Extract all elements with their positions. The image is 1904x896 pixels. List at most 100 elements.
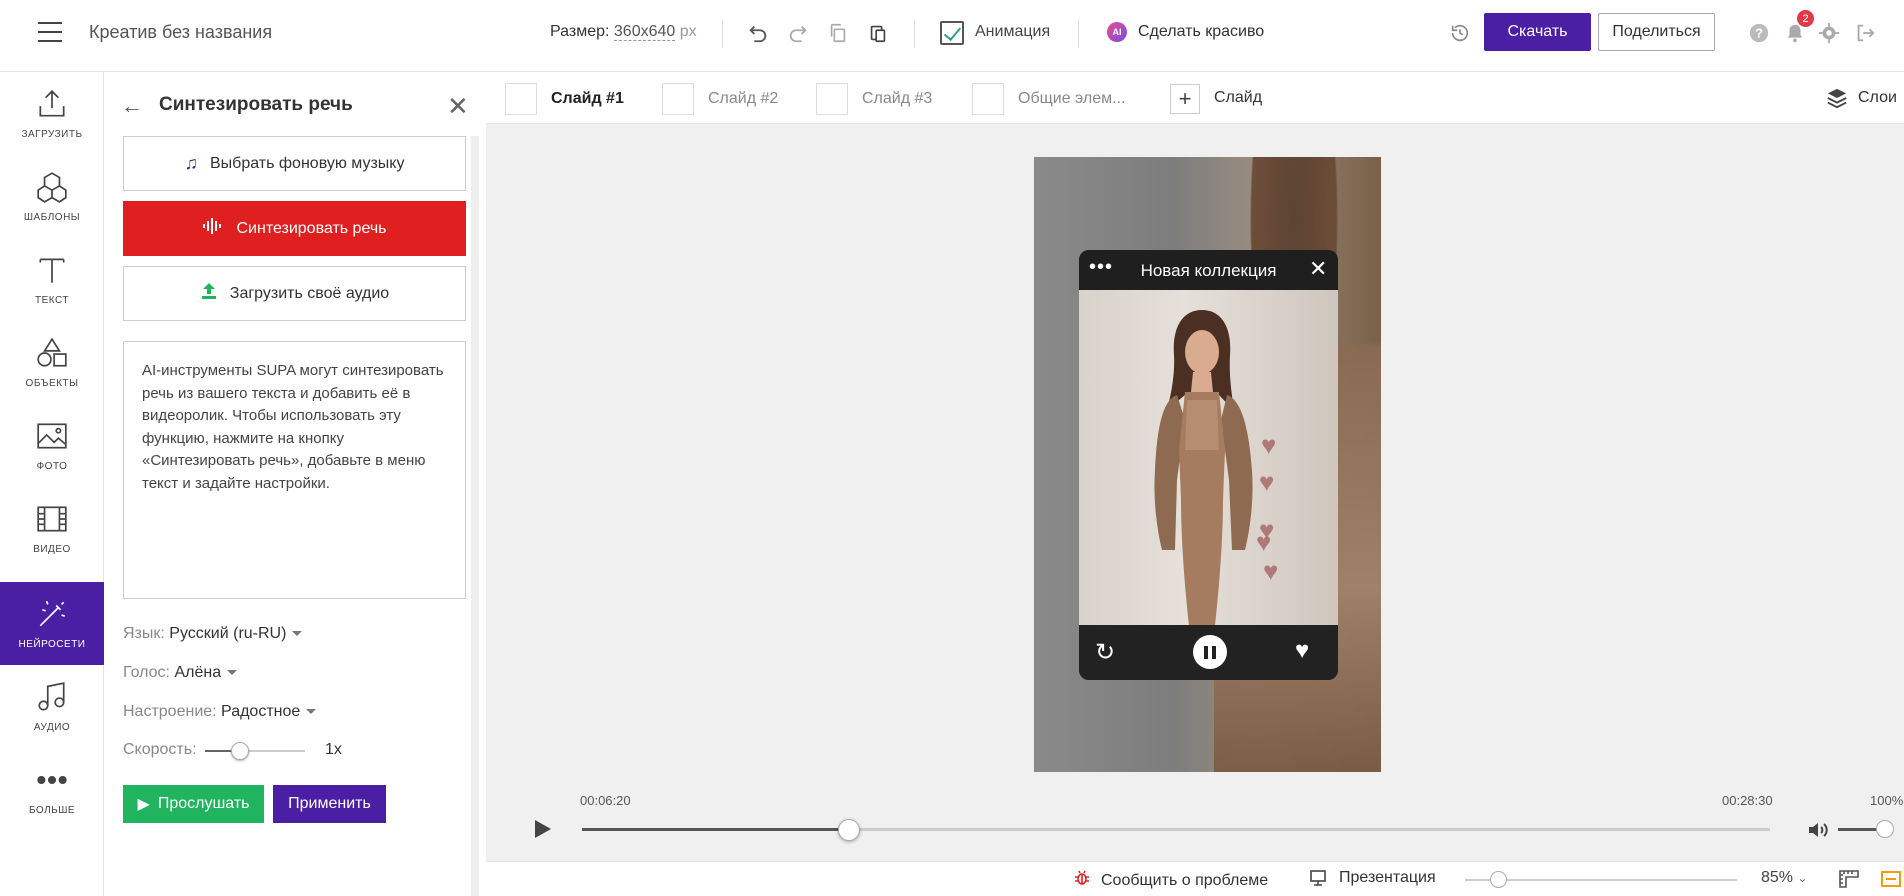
listen-button[interactable]: ▶ Прослушать	[123, 785, 264, 823]
nav-item-upload[interactable]: Загрузить	[0, 72, 104, 155]
slide-thumbnail	[662, 83, 694, 115]
slide-tab-label: Слайд #2	[708, 90, 779, 107]
size-label: Размер:	[550, 23, 610, 40]
refresh-icon[interactable]: ↻	[1095, 638, 1115, 667]
magic-wand-icon	[39, 600, 66, 627]
speed-slider-handle[interactable]	[231, 742, 249, 760]
upload-audio-button[interactable]: Загрузить своё аудио	[123, 266, 466, 321]
nav-item-audio[interactable]: Аудио	[0, 665, 104, 748]
ai-icon[interactable]: AI	[1107, 22, 1127, 42]
nav-item-more[interactable]: Больше	[0, 748, 104, 831]
timeline-progress	[582, 828, 850, 831]
heart-icon: ♥	[1256, 527, 1272, 557]
copy-icon[interactable]	[825, 20, 851, 46]
gear-icon[interactable]	[1816, 20, 1842, 46]
nav-label: Шаблоны	[23, 212, 81, 223]
volume-icon[interactable]	[1806, 818, 1830, 842]
back-arrow-icon[interactable]: ←	[121, 93, 143, 119]
language-label: Язык:	[123, 625, 165, 642]
choose-music-button[interactable]: ♫ Выбрать фоновую музыку	[123, 136, 466, 191]
chevron-down-icon	[227, 670, 238, 676]
add-slide-label[interactable]: Слайд	[1214, 89, 1262, 107]
play-icon: ▶	[137, 796, 150, 813]
slide-tab-3[interactable]: Слайд #3	[816, 83, 932, 115]
nav-item-video[interactable]: Видео	[0, 487, 104, 570]
mood-label: Настроение:	[123, 703, 217, 720]
close-icon[interactable]: ✕	[447, 91, 469, 122]
language-select[interactable]: Язык: Русский (ru-RU)	[123, 625, 303, 643]
presentation-button[interactable]: Презентация	[1309, 869, 1436, 887]
chevron-down-icon	[292, 631, 303, 637]
paste-icon[interactable]	[865, 20, 891, 46]
panel-scrollbar[interactable]	[471, 136, 479, 896]
text-icon	[39, 258, 65, 283]
player-photo: ♥ ♥ ♥ ♥ ♥	[1079, 290, 1338, 625]
objects-icon	[37, 337, 67, 367]
chevron-down-icon	[306, 709, 317, 715]
size-value[interactable]: 360x640	[613, 23, 676, 41]
upload-audio-label: Загрузить своё аудио	[229, 284, 390, 302]
add-slide-icon[interactable]: +	[1170, 84, 1200, 114]
monitor-icon	[1310, 870, 1326, 886]
player-title: Новая коллекция	[1140, 261, 1277, 280]
soundwave-icon	[202, 217, 224, 240]
apply-button[interactable]: Применить	[273, 785, 386, 823]
nav-label: Объекты	[25, 378, 79, 389]
share-button[interactable]: Поделиться	[1598, 13, 1715, 51]
animation-checkbox[interactable]	[940, 21, 964, 45]
synthesize-speech-button[interactable]: Синтезировать речь	[123, 201, 466, 256]
video-player-widget[interactable]: ••• Новая коллекция ✕ ♥ ♥ ♥ ♥ ♥ ↻ ♥	[1079, 250, 1338, 680]
document-title[interactable]: Креатив без названия	[89, 22, 272, 43]
close-icon[interactable]: ✕	[1309, 256, 1327, 282]
layers-icon	[1827, 88, 1847, 109]
undo-icon[interactable]	[745, 20, 771, 46]
voice-select[interactable]: Голос: Алёна	[123, 664, 238, 682]
voice-label: Голос:	[123, 664, 170, 681]
speed-value: 1x	[325, 741, 342, 758]
speech-text-input[interactable]	[123, 341, 466, 599]
nav-item-ai[interactable]: Нейросети	[0, 582, 104, 665]
slide-tab-common[interactable]: Общие элем...	[972, 83, 1125, 115]
zoom-select[interactable]: 85% ⌄	[1761, 869, 1808, 887]
slide-tab-2[interactable]: Слайд #2	[662, 83, 778, 115]
mood-select[interactable]: Настроение: Радостное	[123, 703, 317, 721]
canvas-size[interactable]: Размер: 360x640 px	[550, 23, 697, 41]
help-icon[interactable]: ?	[1746, 20, 1772, 46]
animation-label[interactable]: Анимация	[975, 23, 1050, 41]
player-controls: ↻ ♥	[1079, 625, 1338, 680]
play-icon[interactable]	[535, 820, 551, 838]
beautify-button[interactable]: Сделать красиво	[1138, 23, 1264, 41]
video-icon	[37, 506, 67, 532]
redo-icon[interactable]	[785, 20, 811, 46]
nav-item-templates[interactable]: Шаблоны	[0, 155, 104, 238]
slide-tab-label: Общие элем...	[1018, 90, 1126, 107]
volume-slider-handle[interactable]	[1876, 820, 1894, 838]
size-unit: px	[679, 23, 697, 40]
nav-label: Видео	[33, 544, 71, 555]
synthesize-speech-label: Синтезировать речь	[236, 219, 387, 237]
ruler-icon[interactable]	[1838, 869, 1860, 889]
heart-icon[interactable]: ♥	[1295, 637, 1309, 665]
total-time: 00:28:30	[1722, 793, 1773, 808]
nav-item-objects[interactable]: Объекты	[0, 321, 104, 404]
nav-item-text[interactable]: Текст	[0, 238, 104, 321]
nav-label: Больше	[28, 805, 76, 816]
slide-thumbnail	[816, 83, 848, 115]
download-button[interactable]: Скачать	[1484, 13, 1591, 51]
notification-badge: 2	[1797, 10, 1814, 27]
nav-item-photo[interactable]: Фото	[0, 404, 104, 487]
nav-label: Текст	[35, 295, 69, 306]
history-icon[interactable]	[1447, 20, 1473, 46]
report-problem-label: Сообщить о проблеме	[1101, 871, 1269, 889]
layers-button[interactable]: Слои	[1826, 87, 1897, 109]
pause-icon[interactable]	[1193, 635, 1227, 669]
zoom-value: 85%	[1761, 869, 1794, 886]
logout-icon[interactable]	[1852, 20, 1878, 46]
slide-tab-1[interactable]: Слайд #1	[505, 83, 624, 115]
report-problem-button[interactable]: Сообщить о проблеме	[1073, 869, 1268, 892]
speed-label: Скорость:	[123, 741, 197, 758]
fit-screen-icon[interactable]	[1880, 869, 1902, 889]
current-time: 00:06:20	[580, 793, 631, 808]
zoom-slider-handle[interactable]	[1489, 871, 1507, 888]
menu-icon[interactable]	[38, 22, 62, 42]
